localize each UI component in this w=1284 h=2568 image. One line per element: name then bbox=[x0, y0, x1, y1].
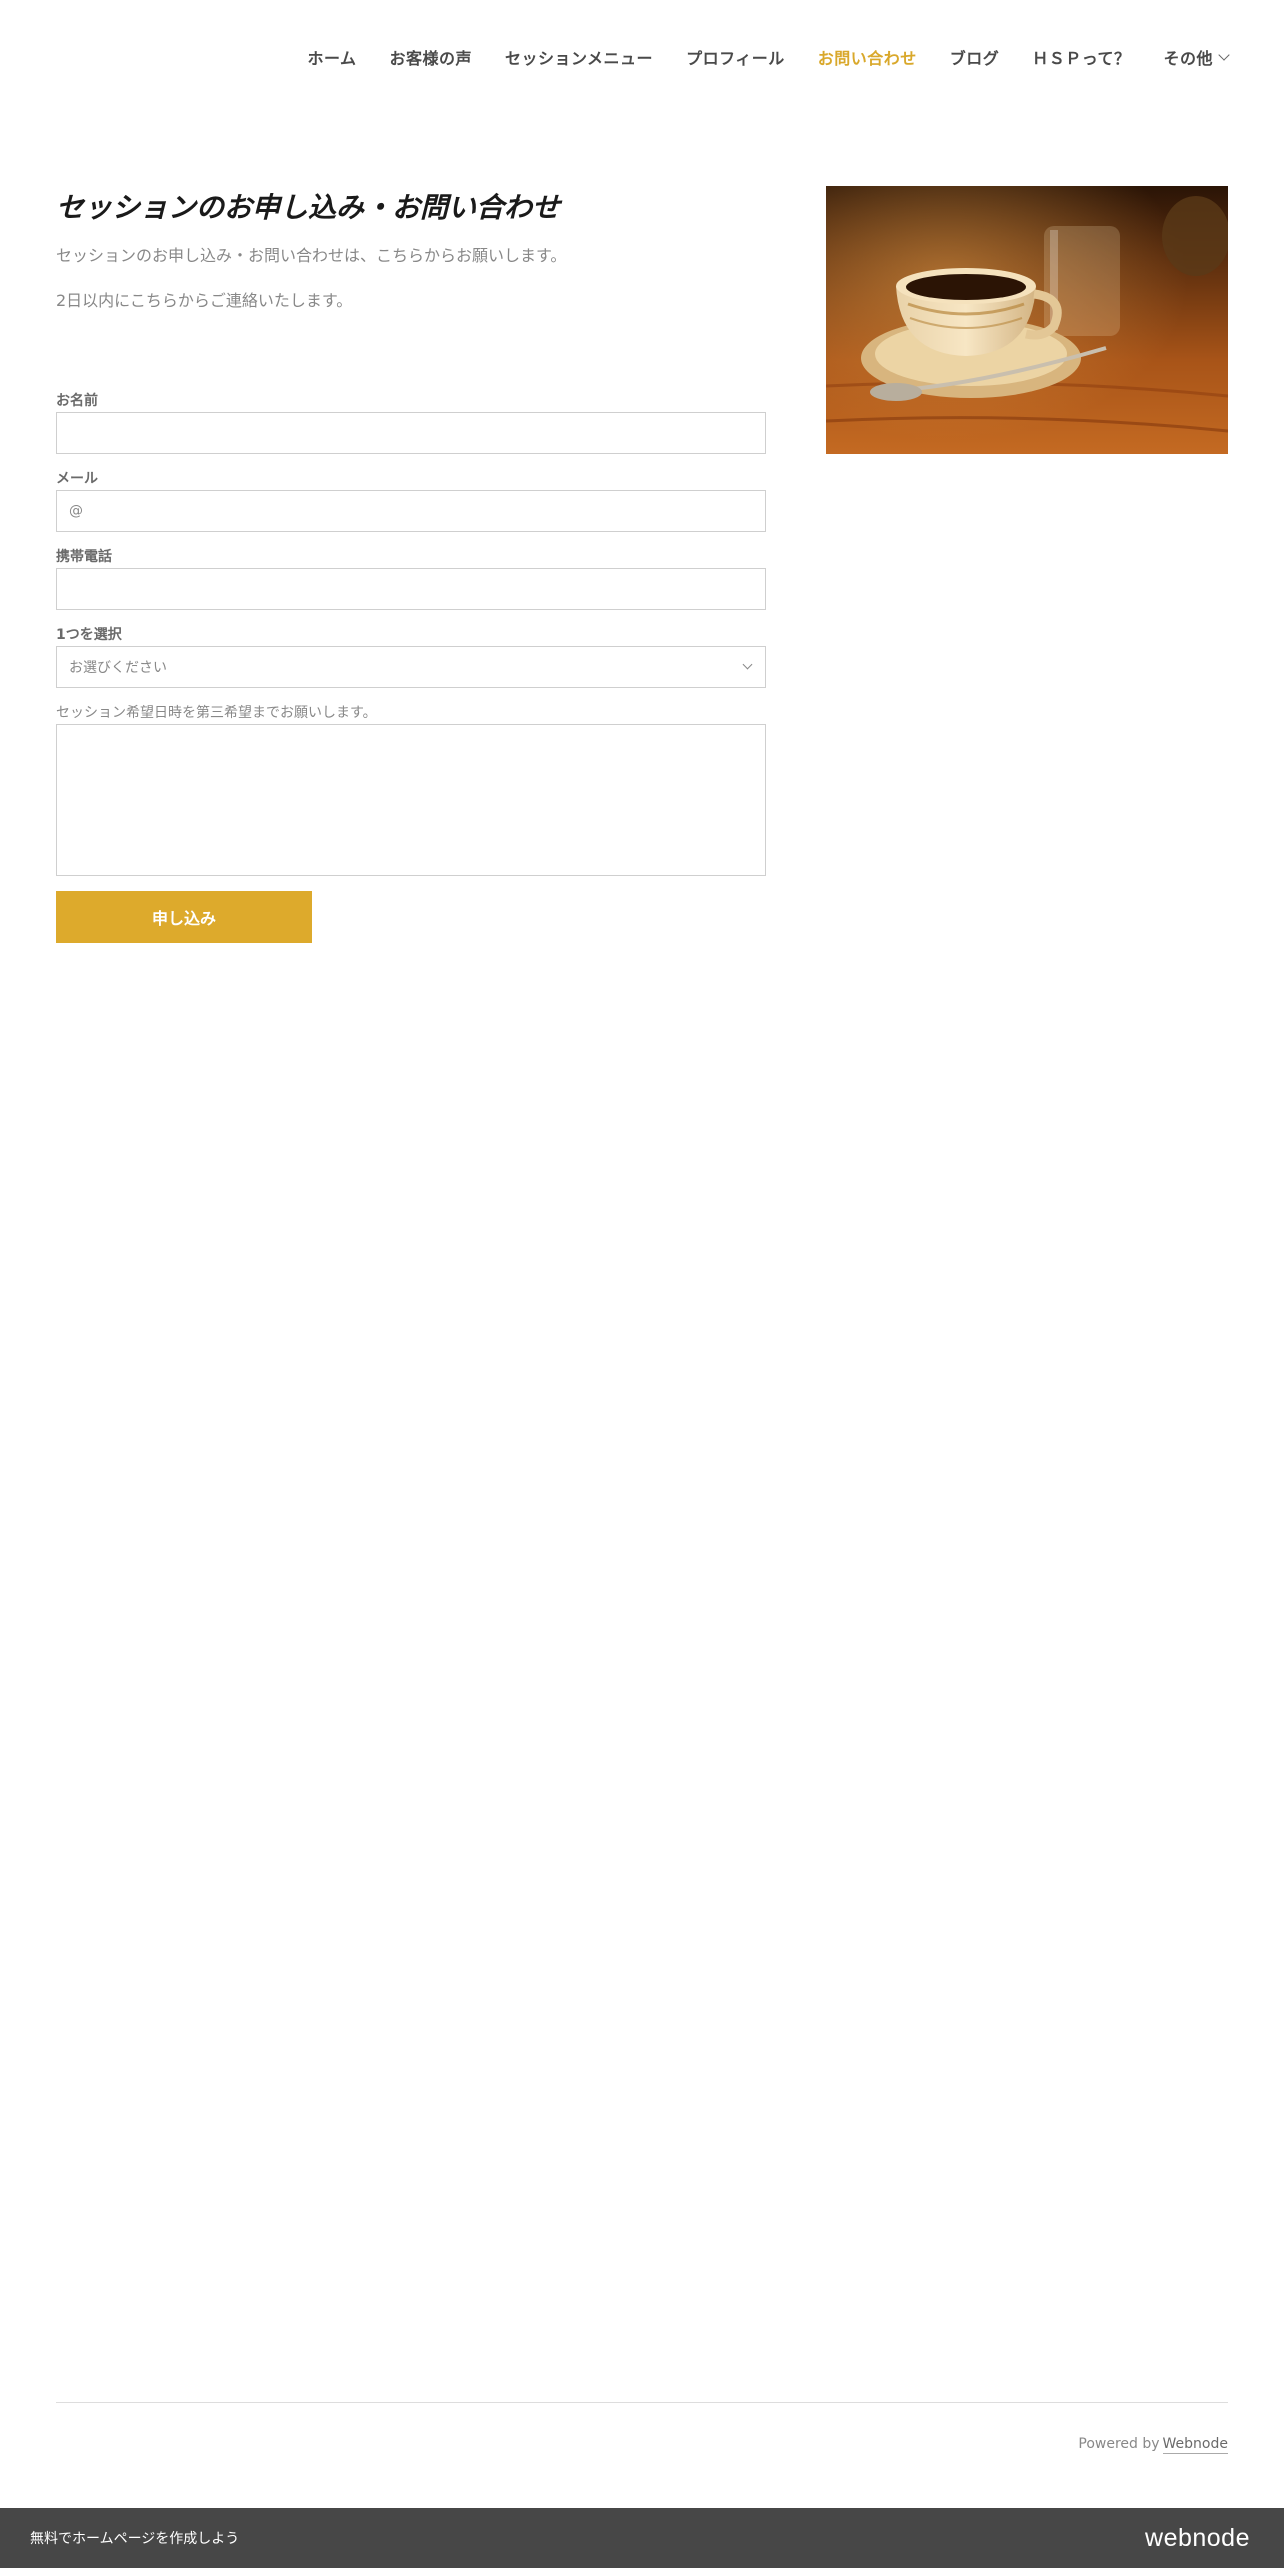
intro-paragraph-1: セッションのお申し込み・お問い合わせは、こちらからお願いします。 bbox=[56, 246, 567, 265]
phone-label: 携帯電話 bbox=[56, 549, 112, 565]
nav-item-more[interactable]: その他 bbox=[1163, 45, 1230, 69]
create-site-link[interactable]: 無料でホームページを作成しよう bbox=[30, 2528, 239, 2548]
message-textarea[interactable] bbox=[56, 724, 766, 876]
nav-item-blog[interactable]: ブログ bbox=[950, 45, 1000, 69]
nav-item-more-label: その他 bbox=[1163, 49, 1213, 68]
email-input[interactable]: @ bbox=[56, 490, 766, 532]
footer-divider bbox=[56, 2402, 1228, 2403]
chevron-down-icon bbox=[742, 659, 753, 670]
main-content: セッションのお申し込み・お問い合わせ セッションのお申し込み・お問い合わせは、こ… bbox=[56, 186, 766, 943]
session-select[interactable]: お選びください bbox=[56, 646, 766, 688]
nav-item-hsp[interactable]: ＨＳＰって？ bbox=[1032, 45, 1130, 69]
select-value: お選びください bbox=[69, 660, 167, 676]
nav-item-home[interactable]: ホーム bbox=[307, 45, 356, 69]
webnode-link[interactable]: Webnode bbox=[1162, 2436, 1228, 2454]
contact-form: お名前 メール @ 携帯電話 1つを選択 お選びください セッション希望日時を第… bbox=[56, 392, 766, 943]
page-title: セッションのお申し込み・お問い合わせ bbox=[56, 191, 561, 224]
email-placeholder: @ bbox=[69, 503, 83, 519]
nav-item-testimonials[interactable]: お客様の声 bbox=[390, 45, 473, 69]
nav-item-profile[interactable]: プロフィール bbox=[686, 45, 785, 69]
nav-item-contact[interactable]: お問い合わせ bbox=[818, 45, 917, 69]
coffee-cup-image bbox=[826, 186, 1228, 454]
name-label: お名前 bbox=[56, 393, 98, 409]
name-input[interactable] bbox=[56, 412, 766, 454]
submit-button[interactable]: 申し込み bbox=[56, 891, 312, 943]
select-label: 1つを選択 bbox=[56, 627, 122, 643]
webnode-logo[interactable]: webnode bbox=[1145, 2524, 1250, 2553]
intro-paragraph-2: 2日以内にこちらからご連絡いたします。 bbox=[56, 291, 353, 310]
message-label: セッション希望日時を第三希望までお願いします。 bbox=[56, 705, 377, 721]
webnode-promo-bar: 無料でホームページを作成しよう webnode bbox=[0, 2508, 1284, 2568]
coffee-cup-photo bbox=[826, 186, 1228, 454]
chevron-down-icon bbox=[1218, 48, 1230, 61]
nav-item-session-menu[interactable]: セッションメニュー bbox=[505, 45, 653, 69]
main-nav: ホーム お客様の声 セッションメニュー プロフィール お問い合わせ ブログ ＨＳ… bbox=[0, 40, 1284, 74]
phone-input[interactable] bbox=[56, 568, 766, 610]
intro-text: セッションのお申し込み・お問い合わせは、こちらからお願いします。 2日以内にこち… bbox=[56, 242, 766, 315]
powered-by: Powered by Webnode bbox=[1078, 2436, 1228, 2454]
powered-by-text: Powered by bbox=[1078, 2436, 1160, 2452]
email-label: メール bbox=[56, 471, 98, 487]
